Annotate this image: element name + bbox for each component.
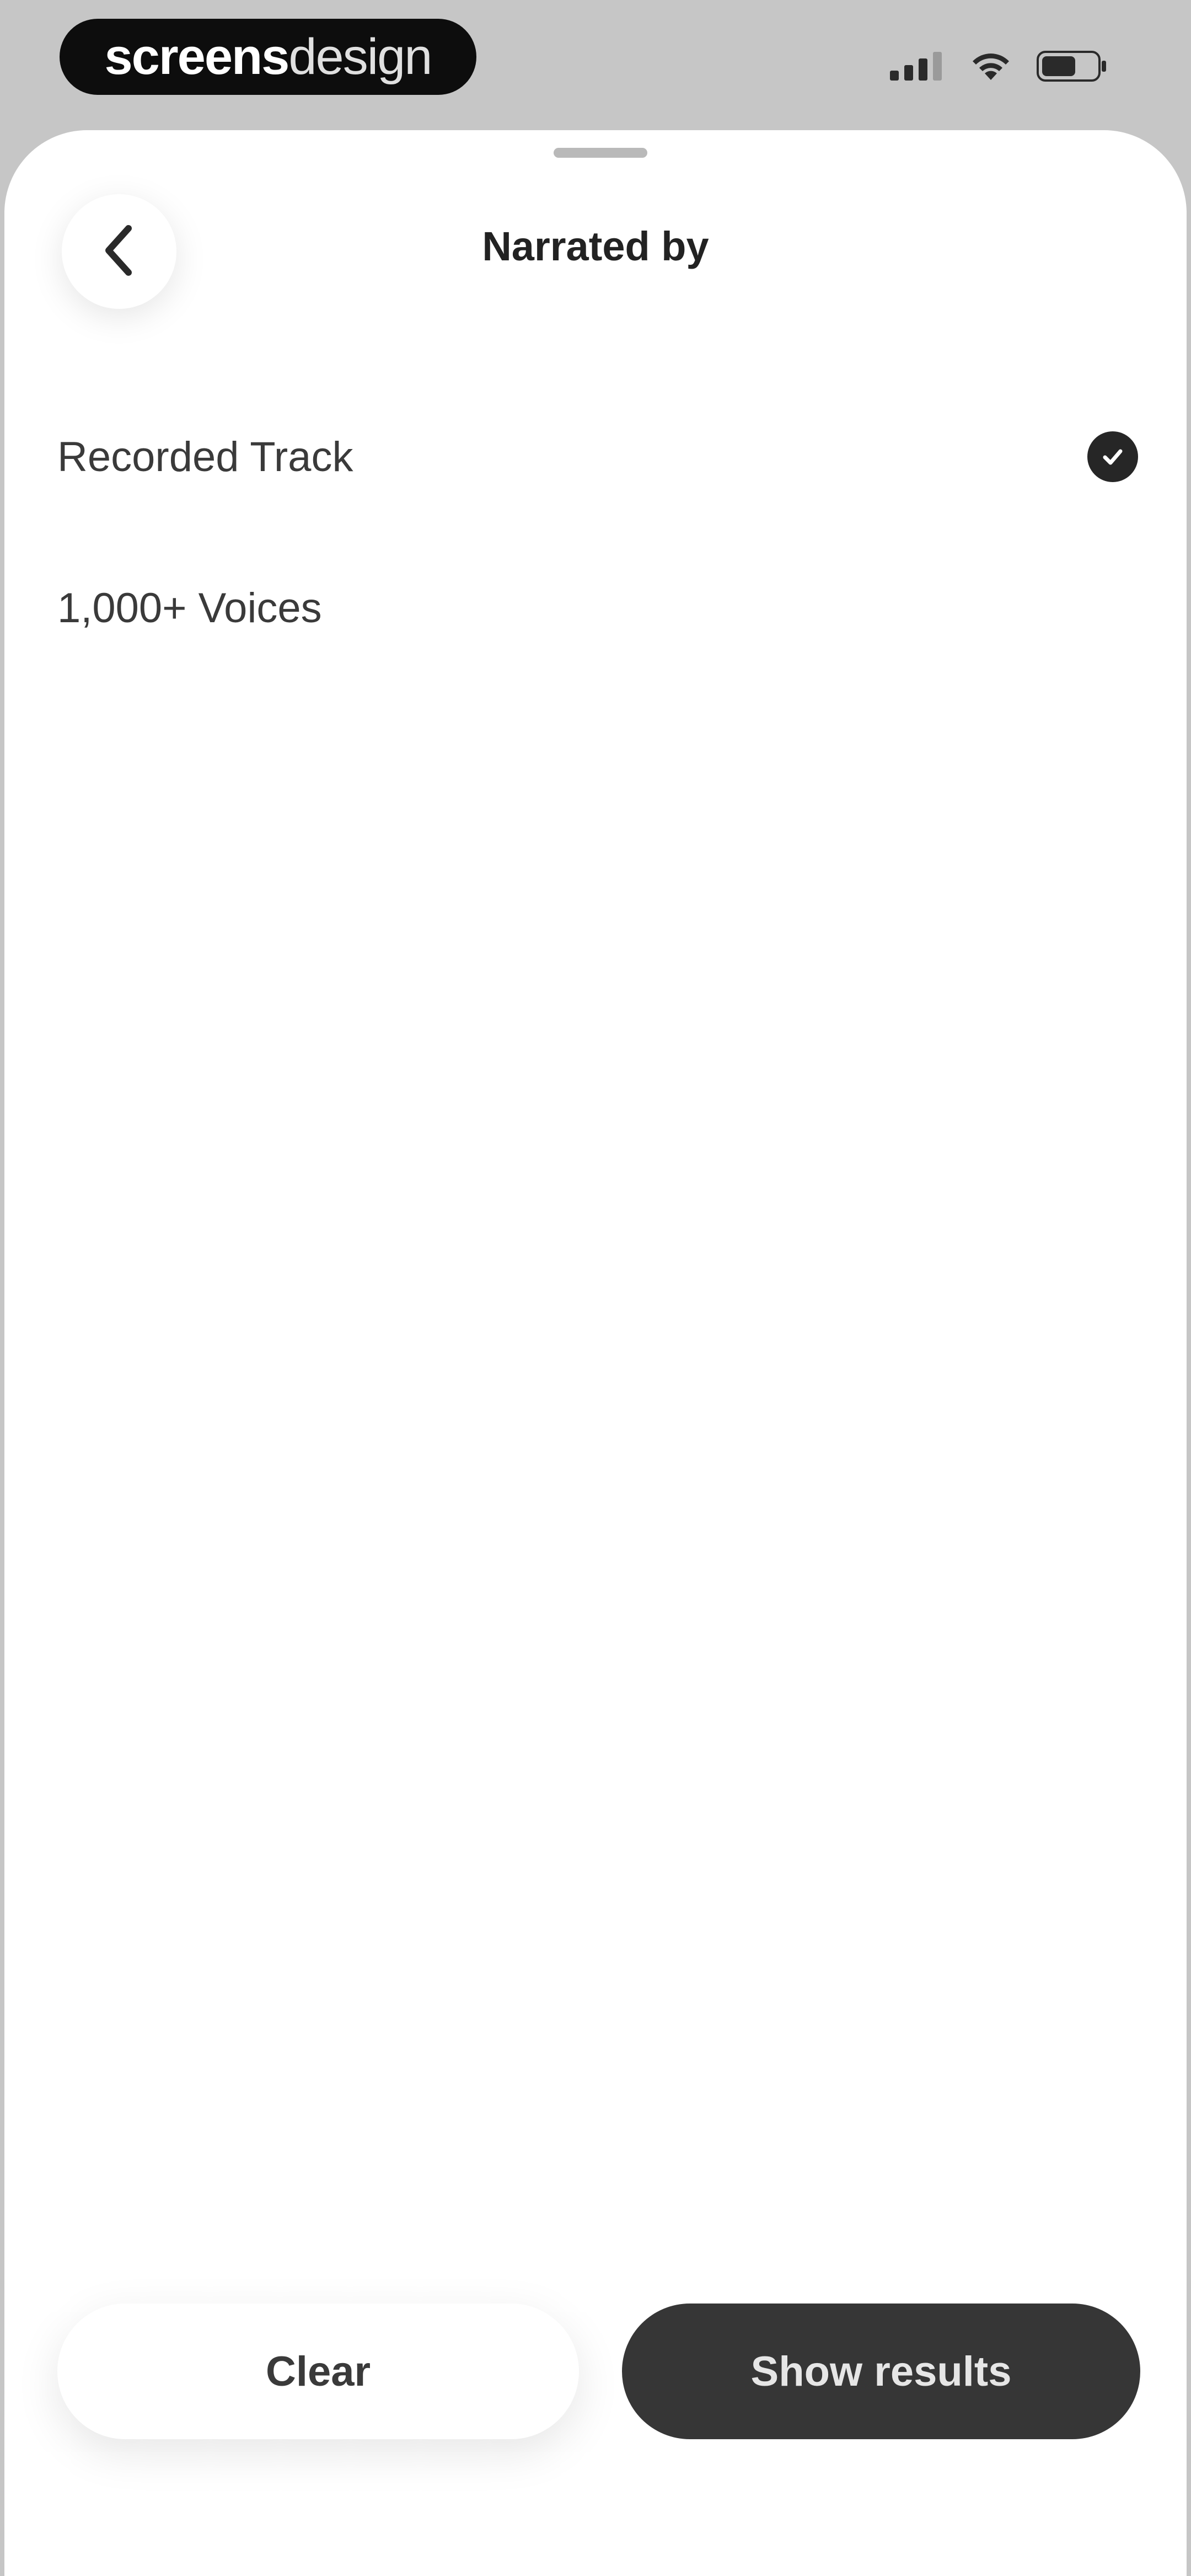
- wifi-icon: [972, 51, 1010, 84]
- footer-buttons: Clear Show results: [57, 2304, 1140, 2441]
- status-icons: [890, 51, 1108, 84]
- sheet-title: Narrated by: [482, 223, 709, 269]
- option-label: Recorded Track: [57, 433, 353, 480]
- option-recorded-track[interactable]: Recorded Track: [57, 413, 1138, 501]
- battery-icon: [1037, 51, 1108, 84]
- option-label: 1,000+ Voices: [57, 584, 322, 632]
- sheet-grabber[interactable]: [554, 148, 647, 158]
- cellular-signal-icon: [890, 52, 945, 83]
- status-bar: screens design: [0, 0, 1191, 132]
- brand-light-text: design: [288, 28, 432, 85]
- checkmark-icon: [1087, 431, 1138, 482]
- filter-sheet: Narrated by Recorded Track 1,000+ Voices…: [4, 130, 1187, 2576]
- show-results-button[interactable]: Show results: [622, 2304, 1140, 2439]
- brand-bold-text: screens: [104, 28, 290, 85]
- clear-button[interactable]: Clear: [57, 2304, 579, 2439]
- screensdesign-logo: screens design: [60, 19, 476, 95]
- screen: screens design Narrated by Recorded Trac…: [0, 0, 1191, 2576]
- option-voices[interactable]: 1,000+ Voices: [57, 564, 1138, 652]
